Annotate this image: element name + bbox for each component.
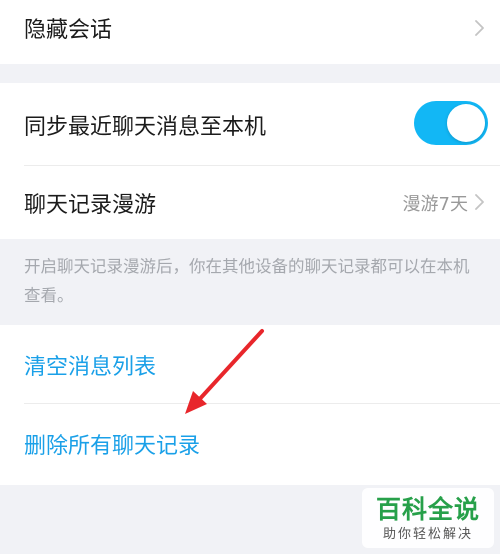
settings-page: 隐藏会话 同步最近聊天消息至本机 聊天记录漫游 漫游7天 开启聊天记录漫游后，你… <box>0 0 500 554</box>
watermark-subtitle: 助你轻松解决 <box>382 527 473 542</box>
watermark-logo: 百科全说 助你轻松解决 <box>362 488 494 548</box>
annotation-arrow-icon <box>185 329 264 414</box>
watermark-title: 百科全说 <box>375 495 480 524</box>
